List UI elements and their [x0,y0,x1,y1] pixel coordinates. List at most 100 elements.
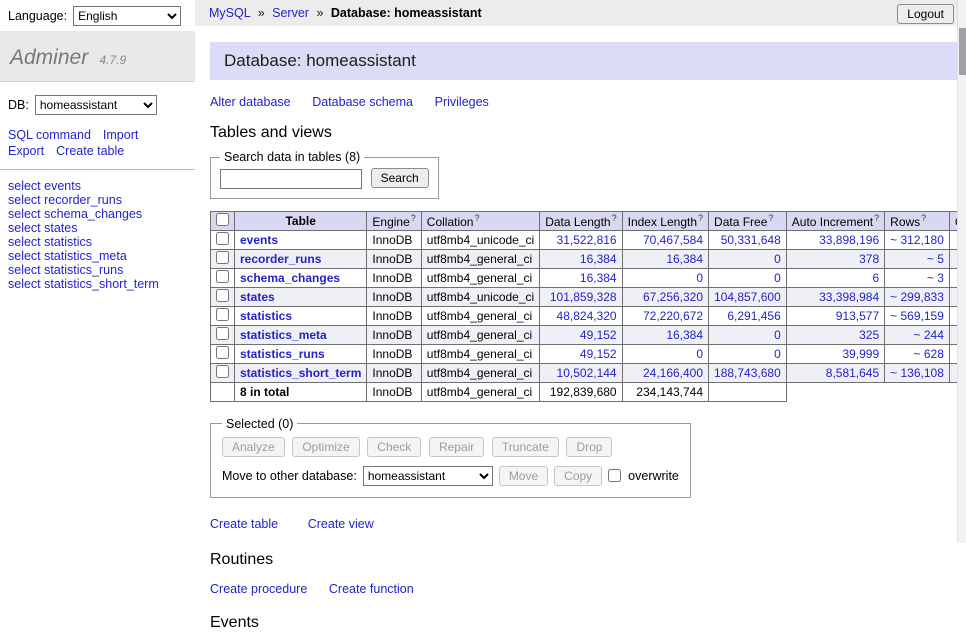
rows-count-link[interactable]: ~ 299,833 [890,290,944,304]
index-length-link[interactable]: 16,384 [666,328,703,342]
auto-increment-link[interactable]: 33,398,984 [819,290,879,304]
auto-increment-link[interactable]: 39,999 [842,347,879,361]
select-all-checkbox[interactable] [216,213,229,226]
analyze-button[interactable]: Analyze [222,437,285,457]
table-name-link[interactable]: statistics_runs [240,347,325,361]
sidebar-item-select-statistics[interactable]: select statistics [8,235,187,249]
sidebar-item-select-statistics-runs[interactable]: select statistics_runs [8,263,187,277]
auto-increment-link[interactable]: 378 [859,252,879,266]
data-length-link[interactable]: 10,502,144 [557,366,617,380]
auto-increment-link[interactable]: 8,581,645 [826,366,879,380]
index-length-link[interactable]: 0 [696,347,703,361]
data-free-link[interactable]: 104,857,600 [714,290,781,304]
privileges-link[interactable]: Privileges [435,95,489,109]
sidebar-item-select-schema-changes[interactable]: select schema_changes [8,207,187,221]
rows-count-link[interactable]: ~ 628 [914,347,944,361]
index-length-link[interactable]: 72,220,672 [643,309,703,323]
row-select-checkbox[interactable] [216,270,229,283]
help-link[interactable]: ? [921,213,926,223]
table-name-link[interactable]: states [240,290,275,304]
breadcrumb-server-link[interactable]: Server [272,6,309,20]
help-link[interactable]: ? [768,213,773,223]
sidebar-item-select-states[interactable]: select states [8,221,187,235]
truncate-button[interactable]: Truncate [492,437,559,457]
auto-increment-link[interactable]: 325 [859,328,879,342]
index-length-link[interactable]: 70,467,584 [643,233,703,247]
rows-count-link[interactable]: ~ 5 [927,252,944,266]
overwrite-checkbox[interactable] [608,469,621,482]
data-length-link[interactable]: 48,824,320 [557,309,617,323]
data-free-link[interactable]: 0 [774,271,781,285]
data-length-link[interactable]: 16,384 [580,271,617,285]
sidebar-item-select-recorder-runs[interactable]: select recorder_runs [8,193,187,207]
export-link[interactable]: Export [8,144,44,158]
sql-command-link[interactable]: SQL command [8,128,91,142]
optimize-button[interactable]: Optimize [292,437,359,457]
repair-button[interactable]: Repair [429,437,484,457]
vertical-scrollbar[interactable] [957,0,966,543]
rows-count-link[interactable]: ~ 244 [914,328,944,342]
index-length-link[interactable]: 16,384 [666,252,703,266]
table-name-link[interactable]: schema_changes [240,271,340,285]
table-name-link[interactable]: statistics_meta [240,328,327,342]
logout-button[interactable]: Logout [897,4,954,24]
help-link[interactable]: ? [411,213,416,223]
data-free-link[interactable]: 0 [774,328,781,342]
table-name-link[interactable]: recorder_runs [240,252,321,266]
import-link[interactable]: Import [103,128,138,142]
data-length-link[interactable]: 49,152 [580,328,617,342]
create-procedure-link[interactable]: Create procedure [210,582,307,596]
breadcrumb-mysql-link[interactable]: MySQL [209,6,250,20]
sidebar-item-select-statistics-short-term[interactable]: select statistics_short_term [8,277,187,291]
auto-increment-link[interactable]: 913,577 [836,309,879,323]
data-free-link[interactable]: 0 [774,252,781,266]
adminer-brand-link[interactable]: Adminer [10,46,88,69]
copy-button[interactable]: Copy [554,466,602,486]
data-length-link[interactable]: 101,859,328 [550,290,617,304]
row-select-checkbox[interactable] [216,308,229,321]
auto-increment-link[interactable]: 33,898,196 [819,233,879,247]
move-button[interactable]: Move [499,466,548,486]
search-input[interactable] [220,169,362,189]
move-db-select[interactable]: homeassistant [363,466,493,486]
row-select-checkbox[interactable] [216,365,229,378]
index-length-link[interactable]: 0 [696,271,703,285]
create-function-link[interactable]: Create function [329,582,414,596]
row-select-checkbox[interactable] [216,289,229,302]
index-length-link[interactable]: 67,256,320 [643,290,703,304]
search-button[interactable]: Search [371,168,429,188]
row-select-checkbox[interactable] [216,346,229,359]
help-link[interactable]: ? [698,213,703,223]
drop-button[interactable]: Drop [566,437,612,457]
sidebar-item-select-events[interactable]: select events [8,179,187,193]
data-free-link[interactable]: 50,331,648 [721,233,781,247]
row-select-checkbox[interactable] [216,327,229,340]
create-table-sidebar-link[interactable]: Create table [56,144,124,158]
scrollbar-thumb[interactable] [959,28,966,75]
data-length-link[interactable]: 16,384 [580,252,617,266]
table-name-link[interactable]: events [240,233,278,247]
rows-count-link[interactable]: ~ 3 [927,271,944,285]
data-length-link[interactable]: 49,152 [580,347,617,361]
help-link[interactable]: ? [612,213,617,223]
help-link[interactable]: ? [874,213,879,223]
create-table-link[interactable]: Create table [210,517,278,531]
rows-count-link[interactable]: ~ 569,159 [890,309,944,323]
table-name-link[interactable]: statistics [240,309,292,323]
data-free-link[interactable]: 188,743,680 [714,366,781,380]
index-length-link[interactable]: 24,166,400 [643,366,703,380]
sidebar-item-select-statistics-meta[interactable]: select statistics_meta [8,249,187,263]
row-select-checkbox[interactable] [216,232,229,245]
alter-database-link[interactable]: Alter database [210,95,291,109]
auto-increment-link[interactable]: 6 [872,271,879,285]
data-free-link[interactable]: 0 [774,347,781,361]
rows-count-link[interactable]: ~ 312,180 [890,233,944,247]
db-select[interactable]: homeassistant [35,95,157,115]
data-length-link[interactable]: 31,522,816 [557,233,617,247]
language-select[interactable]: English [73,6,181,26]
data-free-link[interactable]: 6,291,456 [727,309,780,323]
table-name-link[interactable]: statistics_short_term [240,366,361,380]
database-schema-link[interactable]: Database schema [312,95,413,109]
row-select-checkbox[interactable] [216,251,229,264]
create-view-link[interactable]: Create view [308,517,374,531]
